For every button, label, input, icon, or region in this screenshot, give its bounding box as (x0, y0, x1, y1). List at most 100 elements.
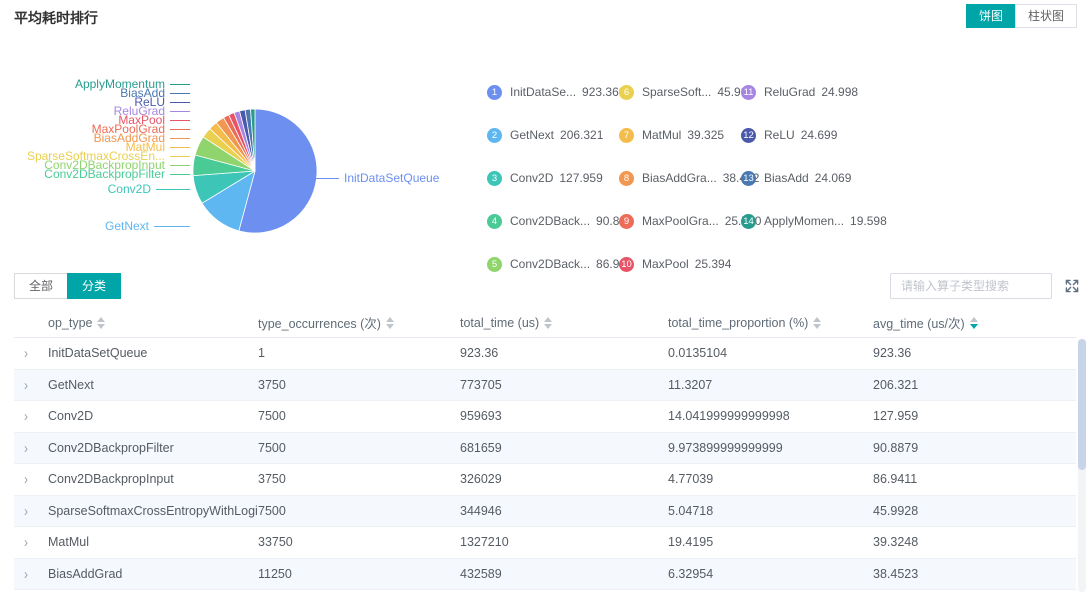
legend-item-MaxPool[interactable]: 10MaxPool25.394 (619, 256, 741, 272)
sort-desc-icon[interactable] (813, 324, 821, 329)
sort-asc-icon[interactable] (813, 317, 821, 322)
cell-total_time: 923.36 (460, 346, 668, 360)
pie-label-line (154, 226, 190, 227)
table-row[interactable]: ›Conv2DBackpropInput37503260294.7703986.… (14, 464, 1076, 496)
legend-item-value: 206.321 (560, 128, 603, 142)
expand-cell: › (14, 535, 48, 549)
pie-label-text: GetNext (105, 219, 149, 233)
pie-label-Conv2DBackpropFilter: Conv2DBackpropFilter (0, 167, 190, 181)
legend-item-BiasAdd[interactable]: 13BiasAdd24.069 (741, 170, 871, 186)
legend-item-label: MatMul (642, 128, 681, 142)
legend-item-InitDataSetQueue[interactable]: 1InitDataSe...923.360 (487, 84, 619, 100)
column-header-total_time_proportion[interactable]: total_time_proportion (%) (668, 316, 873, 330)
search-input[interactable] (890, 273, 1052, 299)
chevron-right-icon[interactable]: › (24, 409, 28, 423)
pie-view-button[interactable]: 饼图 (966, 4, 1016, 28)
table-row[interactable]: ›BiasAddGrad112504325896.3295438.4523 (14, 559, 1076, 591)
legend-item-Conv2DBackpropFilter[interactable]: 4Conv2DBack...90.888 (487, 213, 619, 229)
legend-rank-badge: 11 (741, 85, 756, 100)
chevron-right-icon[interactable]: › (24, 346, 28, 360)
pie-label-line (170, 93, 190, 94)
scrollbar-thumb[interactable] (1078, 339, 1086, 470)
legend-item-ApplyMomentum[interactable]: 14ApplyMomen...19.598 (741, 213, 871, 229)
table-row[interactable]: ›GetNext375077370511.3207206.321 (14, 370, 1076, 402)
legend-rank-badge: 10 (619, 257, 634, 272)
cell-type_occurrences: 3750 (258, 378, 460, 392)
legend-rank-badge: 6 (619, 85, 634, 100)
pie-label-Conv2D: Conv2D (0, 182, 190, 196)
legend-item-label: BiasAddGra... (642, 171, 717, 185)
pie-label-GetNext: GetNext (0, 219, 190, 233)
pie-label-line (170, 120, 190, 121)
table-row[interactable]: ›InitDataSetQueue1923.360.0135104923.36 (14, 338, 1076, 370)
legend-item-Conv2DBackpropInput[interactable]: 5Conv2DBack...86.941 (487, 256, 619, 272)
expand-cell: › (14, 567, 48, 581)
sort-asc-icon[interactable] (97, 317, 105, 322)
chevron-right-icon[interactable]: › (24, 472, 28, 486)
chevron-right-icon[interactable]: › (24, 504, 28, 518)
legend-item-BiasAddGrad[interactable]: 8BiasAddGra...38.452 (619, 170, 741, 186)
cell-total_time: 681659 (460, 441, 668, 455)
table-row[interactable]: ›MatMul33750132721019.419539.3248 (14, 527, 1076, 559)
chevron-right-icon[interactable]: › (24, 535, 28, 549)
legend-item-label: ReluGrad (764, 85, 815, 99)
fullscreen-icon[interactable] (1064, 278, 1082, 296)
cell-total_time_proportion: 19.4195 (668, 535, 873, 549)
cell-total_time_proportion: 6.32954 (668, 567, 873, 581)
column-header-label: avg_time (us/次) (873, 313, 965, 332)
sort-carets-icon (813, 317, 821, 329)
table-scope-tabs: 全部 分类 (14, 273, 121, 299)
legend-item-value: 39.325 (687, 128, 724, 142)
column-header-total_time[interactable]: total_time (us) (460, 316, 668, 330)
legend-item-Conv2D[interactable]: 3Conv2D127.959 (487, 170, 619, 186)
sort-desc-icon[interactable] (544, 324, 552, 329)
column-header-type_occurrences[interactable]: type_occurrences (次) (258, 313, 460, 332)
expand-cell: › (14, 409, 48, 423)
chevron-right-icon[interactable]: › (24, 567, 28, 581)
legend-item-SparseSoftmaxCrossEntropyWithLogits[interactable]: 6SparseSoft...45.993 (619, 84, 741, 100)
sort-desc-icon[interactable] (970, 324, 978, 329)
table-scrollbar-track (1078, 339, 1086, 592)
cell-op_type: MatMul (48, 535, 258, 549)
sort-asc-icon[interactable] (386, 317, 394, 322)
op-type-table: op_typetype_occurrences (次)total_time (u… (14, 308, 1076, 590)
cell-type_occurrences: 7500 (258, 409, 460, 423)
tab-category[interactable]: 分类 (67, 273, 121, 299)
cell-avg_time: 206.321 (873, 378, 1076, 392)
legend-item-label: MaxPool (642, 257, 689, 271)
legend-item-ReluGrad[interactable]: 11ReluGrad24.998 (741, 84, 871, 100)
legend-item-MaxPoolGrad[interactable]: 9MaxPoolGra...25.740 (619, 213, 741, 229)
cell-op_type: BiasAddGrad (48, 567, 258, 581)
legend-item-ReLU[interactable]: 12ReLU24.699 (741, 127, 871, 143)
sort-carets-icon (970, 317, 978, 329)
pie-label-line (170, 138, 190, 139)
chevron-right-icon[interactable]: › (24, 378, 28, 392)
column-header-label: total_time (us) (460, 316, 539, 330)
bar-view-button[interactable]: 柱状图 (1015, 4, 1077, 28)
legend-rank-badge: 1 (487, 85, 502, 100)
sort-desc-icon[interactable] (386, 324, 394, 329)
table-row[interactable]: ›SparseSoftmaxCrossEntropyWithLogits7500… (14, 496, 1076, 528)
tab-all[interactable]: 全部 (14, 273, 68, 299)
cell-total_time: 773705 (460, 378, 668, 392)
chart-view-toggle: 饼图 柱状图 (966, 4, 1077, 28)
sort-asc-icon[interactable] (970, 317, 978, 322)
cell-avg_time: 127.959 (873, 409, 1076, 423)
column-header-op_type[interactable]: op_type (48, 316, 258, 330)
legend-item-GetNext[interactable]: 2GetNext206.321 (487, 127, 619, 143)
table-row[interactable]: ›Conv2DBackpropFilter75006816599.9738999… (14, 433, 1076, 465)
sort-desc-icon[interactable] (97, 324, 105, 329)
column-header-avg_time[interactable]: avg_time (us/次) (873, 313, 1076, 332)
cell-avg_time: 38.4523 (873, 567, 1076, 581)
chevron-right-icon[interactable]: › (24, 441, 28, 455)
legend-item-label: SparseSoft... (642, 85, 711, 99)
cell-op_type: Conv2D (48, 409, 258, 423)
cell-type_occurrences: 33750 (258, 535, 460, 549)
legend-rank-badge: 14 (741, 214, 756, 229)
legend-item-label: GetNext (510, 128, 554, 142)
cell-type_occurrences: 7500 (258, 441, 460, 455)
table-row[interactable]: ›Conv2D750095969314.041999999999998127.9… (14, 401, 1076, 433)
legend-rank-badge: 12 (741, 128, 756, 143)
sort-asc-icon[interactable] (544, 317, 552, 322)
legend-item-MatMul[interactable]: 7MatMul39.325 (619, 127, 741, 143)
